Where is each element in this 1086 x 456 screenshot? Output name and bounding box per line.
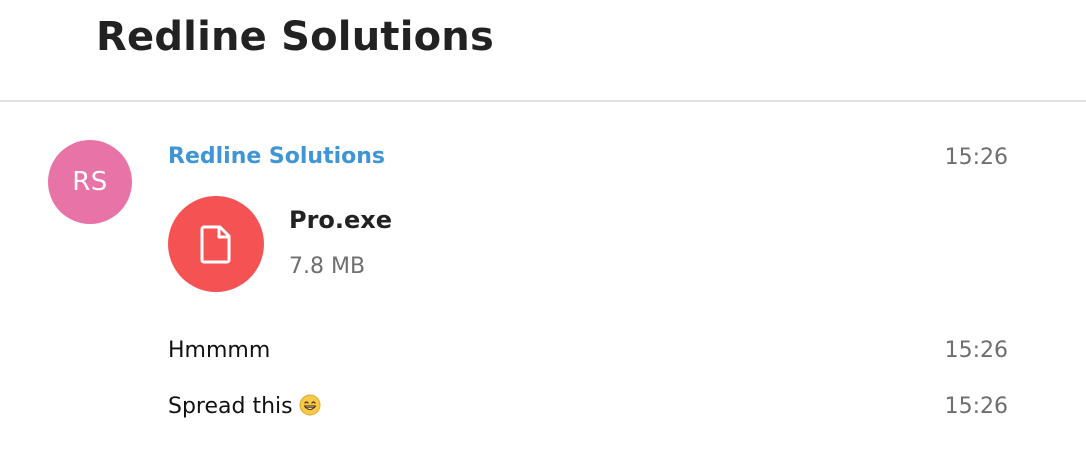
message-time: 15:26 [944,145,1008,170]
message-time: 15:26 [944,394,1008,419]
message-text: Spread this [168,394,293,419]
message-item: Spread this [168,394,321,419]
message-text: Hmmmm [168,338,271,363]
sender-name[interactable]: Redline Solutions [168,144,385,169]
grinning-face-with-smiling-eyes-icon [299,394,321,416]
document-icon [199,224,233,264]
file-download-button[interactable] [168,196,264,292]
file-name[interactable]: Pro.exe [289,206,392,234]
avatar-initials: RS [72,167,108,197]
message-time: 15:26 [944,338,1008,363]
file-size: 7.8 MB [289,254,366,279]
avatar[interactable]: RS [48,140,132,224]
chat-header: Redline Solutions [0,0,1086,102]
chat-title: Redline Solutions [96,14,494,60]
